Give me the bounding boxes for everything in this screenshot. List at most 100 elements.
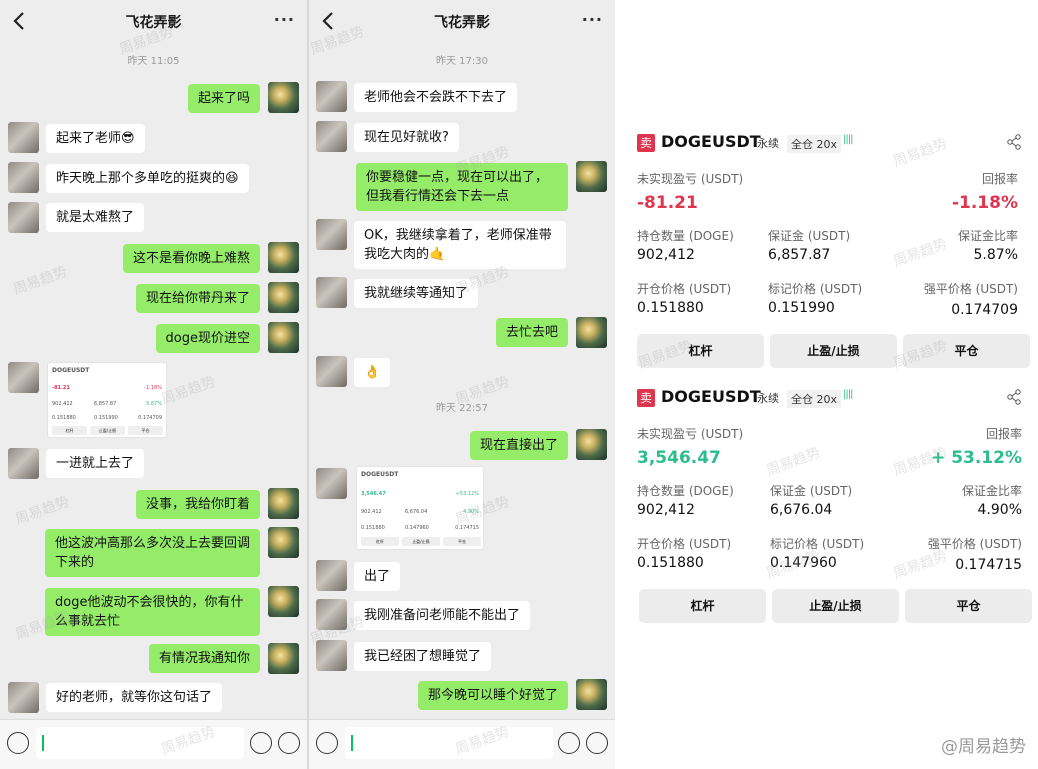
avatar-contact[interactable] bbox=[316, 121, 347, 152]
thumb-ratio: 5.87% bbox=[146, 401, 162, 407]
avatar-self[interactable] bbox=[268, 82, 299, 113]
avatar-self[interactable] bbox=[268, 242, 299, 273]
screenshot-thumbnail[interactable]: DOGEUSDT 3,546.47 +53.12% 902,412 6,676.… bbox=[356, 466, 484, 550]
thumb-roe: -1.18% bbox=[144, 385, 162, 391]
emoji-icon[interactable] bbox=[250, 732, 272, 754]
avatar-self[interactable] bbox=[576, 317, 607, 348]
message-input[interactable] bbox=[345, 727, 553, 759]
avatar-contact[interactable] bbox=[8, 162, 39, 193]
message-bubble-sent[interactable]: 现在给你带丹来了 bbox=[135, 284, 260, 313]
plus-icon[interactable] bbox=[586, 732, 608, 754]
sell-badge: 卖 bbox=[637, 389, 655, 407]
sell-badge: 卖 bbox=[637, 134, 655, 152]
leverage-button[interactable]: 杠杆 bbox=[639, 589, 766, 623]
emoji-icon[interactable] bbox=[558, 732, 580, 754]
plus-icon[interactable] bbox=[278, 732, 300, 754]
message-bubble-received[interactable]: OK，我继续拿着了，老师保准带我吃大肉的🤙 bbox=[354, 221, 566, 269]
thumb-liq: 0.174709 bbox=[138, 415, 162, 421]
avatar-contact[interactable] bbox=[316, 219, 347, 250]
message-bubble-sent[interactable]: 他这波冲高那么多次没上去要回调下来的 bbox=[45, 529, 260, 577]
avatar-contact[interactable] bbox=[316, 468, 347, 499]
roe-label: 回报率 bbox=[985, 427, 1022, 441]
chat-header: 飞花弄影 ··· bbox=[0, 0, 307, 44]
tp-sl-button[interactable]: 止盈/止损 bbox=[772, 589, 899, 623]
avatar-contact[interactable] bbox=[316, 640, 347, 671]
thumb-qty: 902,412 bbox=[52, 401, 73, 407]
avatar-contact[interactable] bbox=[316, 356, 347, 387]
entry-price-label: 开仓价格 (USDT) bbox=[637, 282, 732, 296]
avatar-self[interactable] bbox=[576, 429, 607, 460]
avatar-contact[interactable] bbox=[8, 202, 39, 233]
message-bubble-received[interactable]: 老师他会不会跌不下去了 bbox=[354, 83, 518, 112]
message-bubble-received[interactable]: 好的老师，就等你这句话了 bbox=[46, 683, 223, 712]
leverage-button[interactable]: 杠杆 bbox=[637, 334, 764, 368]
message-bubble-sent[interactable]: 有情况我通知你 bbox=[148, 644, 260, 673]
more-options-icon[interactable]: ··· bbox=[274, 10, 295, 29]
avatar-self[interactable] bbox=[268, 527, 299, 558]
message-bubble-received[interactable]: 昨天晚上那个多单吃的挺爽的😆 bbox=[46, 164, 249, 193]
share-icon[interactable] bbox=[1006, 389, 1022, 405]
avatar-self[interactable] bbox=[268, 282, 299, 313]
avatar-contact[interactable] bbox=[316, 599, 347, 630]
more-options-icon[interactable]: ··· bbox=[582, 10, 603, 29]
margin-value: 6,676.04 bbox=[770, 502, 833, 518]
avatar-self[interactable] bbox=[268, 586, 299, 617]
entry-price-value: 0.151880 bbox=[637, 555, 704, 571]
margin-ratio-label: 保证金比率 bbox=[961, 484, 1022, 498]
message-bubble-received[interactable]: 我就继续等通知了 bbox=[354, 279, 479, 308]
message-bubble-received[interactable]: 起来了老师😎 bbox=[46, 124, 145, 153]
message-bubble-received[interactable]: 出了 bbox=[354, 562, 401, 591]
thumb-open: 0.151880 bbox=[52, 415, 76, 421]
avatar-contact[interactable] bbox=[8, 362, 39, 393]
avatar-contact[interactable] bbox=[316, 560, 347, 591]
share-icon[interactable] bbox=[1006, 134, 1022, 150]
signal-bars-icon: |||| bbox=[843, 389, 854, 400]
signal-bars-icon: |||| bbox=[843, 134, 854, 145]
thumb-liq: 0.174715 bbox=[455, 525, 479, 531]
thumb-margin: 6,857.87 bbox=[94, 401, 117, 407]
message-bubble-received[interactable]: 现在见好就收? bbox=[354, 123, 459, 152]
roe-value: + 53.12% bbox=[931, 448, 1022, 468]
message-bubble-sent[interactable]: doge他波动不会很快的，你有什么事就去忙 bbox=[45, 588, 260, 636]
avatar-contact[interactable] bbox=[316, 81, 347, 112]
tp-sl-button[interactable]: 止盈/止损 bbox=[770, 334, 897, 368]
message-bubble-sent[interactable]: 这不是看你晚上难熬 bbox=[122, 244, 260, 273]
avatar-self[interactable] bbox=[576, 679, 607, 710]
chat-header: 飞花弄影 ··· bbox=[309, 0, 615, 44]
thumb-symbol: DOGEUSDT bbox=[52, 367, 90, 374]
close-position-button[interactable]: 平仓 bbox=[903, 334, 1030, 368]
thumb-ratio: 4.90% bbox=[463, 509, 479, 515]
message-bubble-received[interactable]: 👌 bbox=[354, 358, 391, 387]
message-bubble-received[interactable]: 我已经困了想睡觉了 bbox=[354, 642, 492, 671]
avatar-contact[interactable] bbox=[8, 448, 39, 479]
message-bubble-sent[interactable]: 没事，我给你盯着 bbox=[135, 490, 260, 519]
message-bubble-sent[interactable]: 去忙去吧 bbox=[495, 318, 568, 347]
timestamp: 昨天 17:30 bbox=[436, 56, 488, 67]
symbol: DOGEUSDT bbox=[661, 132, 761, 151]
avatar-self[interactable] bbox=[576, 161, 607, 192]
close-position-button[interactable]: 平仓 bbox=[905, 589, 1032, 623]
margin-ratio-value: 4.90% bbox=[977, 502, 1022, 518]
screenshot-thumbnail[interactable]: DOGEUSDT -81.21 -1.18% 902,412 6,857.87 … bbox=[47, 362, 167, 438]
avatar-contact[interactable] bbox=[8, 682, 39, 713]
voice-input-icon[interactable] bbox=[7, 732, 29, 754]
message-bubble-received[interactable]: 一进就上去了 bbox=[46, 449, 145, 478]
chat-title: 飞花弄影 bbox=[434, 15, 490, 31]
message-bubble-sent[interactable]: doge现价进空 bbox=[155, 324, 260, 353]
message-bubble-sent[interactable]: 起来了吗 bbox=[187, 84, 260, 113]
avatar-contact[interactable] bbox=[8, 122, 39, 153]
message-bubble-sent[interactable]: 你要稳健一点，现在可以出了，但我看行情还会下去一点 bbox=[356, 163, 568, 211]
message-bubble-received[interactable]: 我刚准备问老师能不能出了 bbox=[354, 601, 531, 630]
position-size-label: 持仓数量 (DOGE) bbox=[637, 229, 734, 243]
liquidation-price-value: 0.174715 bbox=[955, 557, 1022, 573]
message-bubble-sent[interactable]: 现在直接出了 bbox=[469, 431, 568, 460]
unrealized-pnl-label: 未实现盈亏 (USDT) bbox=[637, 172, 744, 186]
avatar-self[interactable] bbox=[268, 488, 299, 519]
message-bubble-received[interactable]: 就是太难熬了 bbox=[46, 203, 145, 232]
avatar-self[interactable] bbox=[268, 322, 299, 353]
voice-input-icon[interactable] bbox=[316, 732, 338, 754]
avatar-self[interactable] bbox=[268, 643, 299, 674]
message-bubble-sent[interactable]: 那今晚可以睡个好觉了 bbox=[417, 681, 568, 710]
message-input[interactable] bbox=[36, 727, 244, 759]
avatar-contact[interactable] bbox=[316, 277, 347, 308]
